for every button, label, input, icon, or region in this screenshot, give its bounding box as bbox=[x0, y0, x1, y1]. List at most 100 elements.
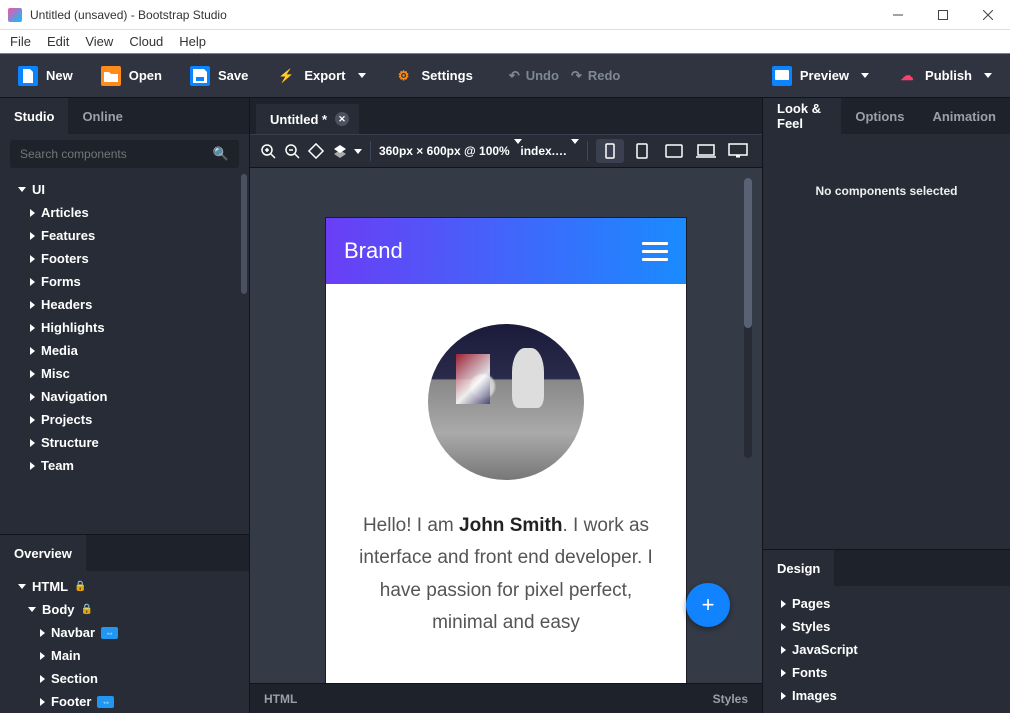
undo-button[interactable]: ↶Undo bbox=[509, 68, 559, 84]
plus-icon: + bbox=[702, 592, 715, 618]
menu-cloud[interactable]: Cloud bbox=[129, 34, 163, 49]
tab-studio[interactable]: Studio bbox=[0, 98, 68, 134]
search-input[interactable] bbox=[20, 147, 213, 161]
hamburger-icon[interactable] bbox=[642, 242, 668, 261]
tree-item[interactable]: Structure bbox=[0, 431, 249, 454]
right-panel: Look & Feel Options Animation No compone… bbox=[762, 98, 1010, 713]
design-images[interactable]: Images bbox=[763, 684, 1010, 707]
new-button[interactable]: New bbox=[10, 62, 81, 90]
device-laptop[interactable] bbox=[692, 139, 720, 163]
design-pages[interactable]: Pages bbox=[763, 592, 1010, 615]
overview-footer[interactable]: Footer ⇔ bbox=[0, 690, 249, 713]
chevron-down-icon bbox=[861, 73, 869, 78]
link-icon: ⇔ bbox=[101, 627, 118, 639]
tree-item[interactable]: Footers bbox=[0, 247, 249, 270]
overview-section[interactable]: Section bbox=[0, 667, 249, 690]
tab-look-feel[interactable]: Look & Feel bbox=[763, 98, 841, 134]
tree-item[interactable]: Team bbox=[0, 454, 249, 477]
design-fonts[interactable]: Fonts bbox=[763, 661, 1010, 684]
tab-overview[interactable]: Overview bbox=[0, 535, 86, 571]
export-button[interactable]: ⚡Export bbox=[268, 62, 373, 90]
close-tab-icon[interactable]: ✕ bbox=[335, 112, 349, 126]
tree-root-ui[interactable]: UI bbox=[0, 178, 249, 201]
caret-right-icon bbox=[30, 347, 35, 355]
floppy-icon bbox=[190, 66, 210, 86]
tab-animation[interactable]: Animation bbox=[918, 98, 1010, 134]
zoom-in-icon[interactable] bbox=[260, 143, 276, 159]
tree-item[interactable]: Navigation bbox=[0, 385, 249, 408]
overview-tabs: Overview bbox=[0, 535, 249, 571]
gear-icon: ⚙ bbox=[394, 66, 414, 86]
maximize-button[interactable] bbox=[920, 0, 965, 30]
menu-file[interactable]: File bbox=[10, 34, 31, 49]
zoom-info[interactable]: 360px × 600px @ 100% bbox=[379, 144, 512, 158]
caret-right-icon bbox=[781, 669, 786, 677]
tree-item[interactable]: Misc bbox=[0, 362, 249, 385]
redo-button[interactable]: ↷Redo bbox=[571, 68, 620, 84]
caret-right-icon bbox=[30, 324, 35, 332]
preview-button[interactable]: Preview bbox=[764, 62, 877, 90]
canvas[interactable]: Brand Hello! I am John Smith. I work as … bbox=[250, 168, 762, 683]
tree-item[interactable]: Highlights bbox=[0, 316, 249, 339]
device-desktop[interactable] bbox=[724, 139, 752, 163]
device-tablet-portrait[interactable] bbox=[628, 139, 656, 163]
design-javascript[interactable]: JavaScript bbox=[763, 638, 1010, 661]
device-preview: Brand Hello! I am John Smith. I work as … bbox=[326, 218, 686, 683]
lock-icon: 🔒 bbox=[81, 604, 93, 615]
save-button[interactable]: Save bbox=[182, 62, 256, 90]
layers-icon[interactable] bbox=[332, 143, 362, 159]
overview-main[interactable]: Main bbox=[0, 644, 249, 667]
tab-options[interactable]: Options bbox=[841, 98, 918, 134]
monitor-icon bbox=[772, 66, 792, 86]
overview-body[interactable]: Body 🔒 bbox=[0, 598, 249, 621]
scrollbar[interactable] bbox=[239, 174, 249, 534]
chevron-down-icon bbox=[358, 73, 366, 78]
tree-item[interactable]: Headers bbox=[0, 293, 249, 316]
caret-right-icon bbox=[30, 301, 35, 309]
minimize-button[interactable] bbox=[875, 0, 920, 30]
zoom-out-icon[interactable] bbox=[284, 143, 300, 159]
caret-right-icon bbox=[30, 393, 35, 401]
search-components[interactable]: 🔍 bbox=[10, 140, 239, 168]
tab-online[interactable]: Online bbox=[68, 98, 136, 134]
orientation-icon[interactable] bbox=[308, 143, 324, 159]
publish-button[interactable]: ☁Publish bbox=[889, 62, 1000, 90]
menu-help[interactable]: Help bbox=[179, 34, 206, 49]
design-styles[interactable]: Styles bbox=[763, 615, 1010, 638]
close-button[interactable] bbox=[965, 0, 1010, 30]
tree-item[interactable]: Features bbox=[0, 224, 249, 247]
caret-right-icon bbox=[781, 692, 786, 700]
caret-down-icon bbox=[28, 607, 36, 612]
main-toolbar: New Open Save ⚡Export ⚙Settings ↶Undo ↷R… bbox=[0, 54, 1010, 98]
open-button[interactable]: Open bbox=[93, 62, 170, 90]
tree-item[interactable]: Forms bbox=[0, 270, 249, 293]
document-tab[interactable]: Untitled * ✕ bbox=[256, 104, 359, 134]
device-phone[interactable] bbox=[596, 139, 624, 163]
device-tablet-landscape[interactable] bbox=[660, 139, 688, 163]
settings-button[interactable]: ⚙Settings bbox=[386, 62, 481, 90]
menu-view[interactable]: View bbox=[85, 34, 113, 49]
tab-html[interactable]: HTML bbox=[250, 692, 311, 706]
canvas-scrollbar[interactable] bbox=[744, 178, 752, 458]
caret-down-icon bbox=[18, 584, 26, 589]
file-selector[interactable]: index.… bbox=[520, 144, 579, 158]
preview-intro-text: Hello! I am John Smith. I work as interf… bbox=[356, 510, 656, 639]
folder-icon bbox=[101, 66, 121, 86]
undo-icon: ↶ bbox=[509, 68, 520, 84]
menu-edit[interactable]: Edit bbox=[47, 34, 69, 49]
chevron-down-icon bbox=[354, 149, 362, 154]
right-tabs: Look & Feel Options Animation bbox=[763, 98, 1010, 134]
overview-navbar[interactable]: Navbar ⇔ bbox=[0, 621, 249, 644]
tree-item[interactable]: Articles bbox=[0, 201, 249, 224]
caret-right-icon bbox=[30, 232, 35, 240]
bottom-tabs: HTML Styles bbox=[250, 683, 762, 713]
tab-styles[interactable]: Styles bbox=[699, 692, 762, 706]
caret-right-icon bbox=[30, 370, 35, 378]
tree-item[interactable]: Projects bbox=[0, 408, 249, 431]
tree-item[interactable]: Media bbox=[0, 339, 249, 362]
overview-html[interactable]: HTML 🔒 bbox=[0, 575, 249, 598]
add-button[interactable]: + bbox=[686, 583, 730, 627]
left-panel: Studio Online 🔍 UI Articles Features Foo… bbox=[0, 98, 250, 713]
caret-right-icon bbox=[40, 698, 45, 706]
tab-design[interactable]: Design bbox=[763, 550, 834, 586]
